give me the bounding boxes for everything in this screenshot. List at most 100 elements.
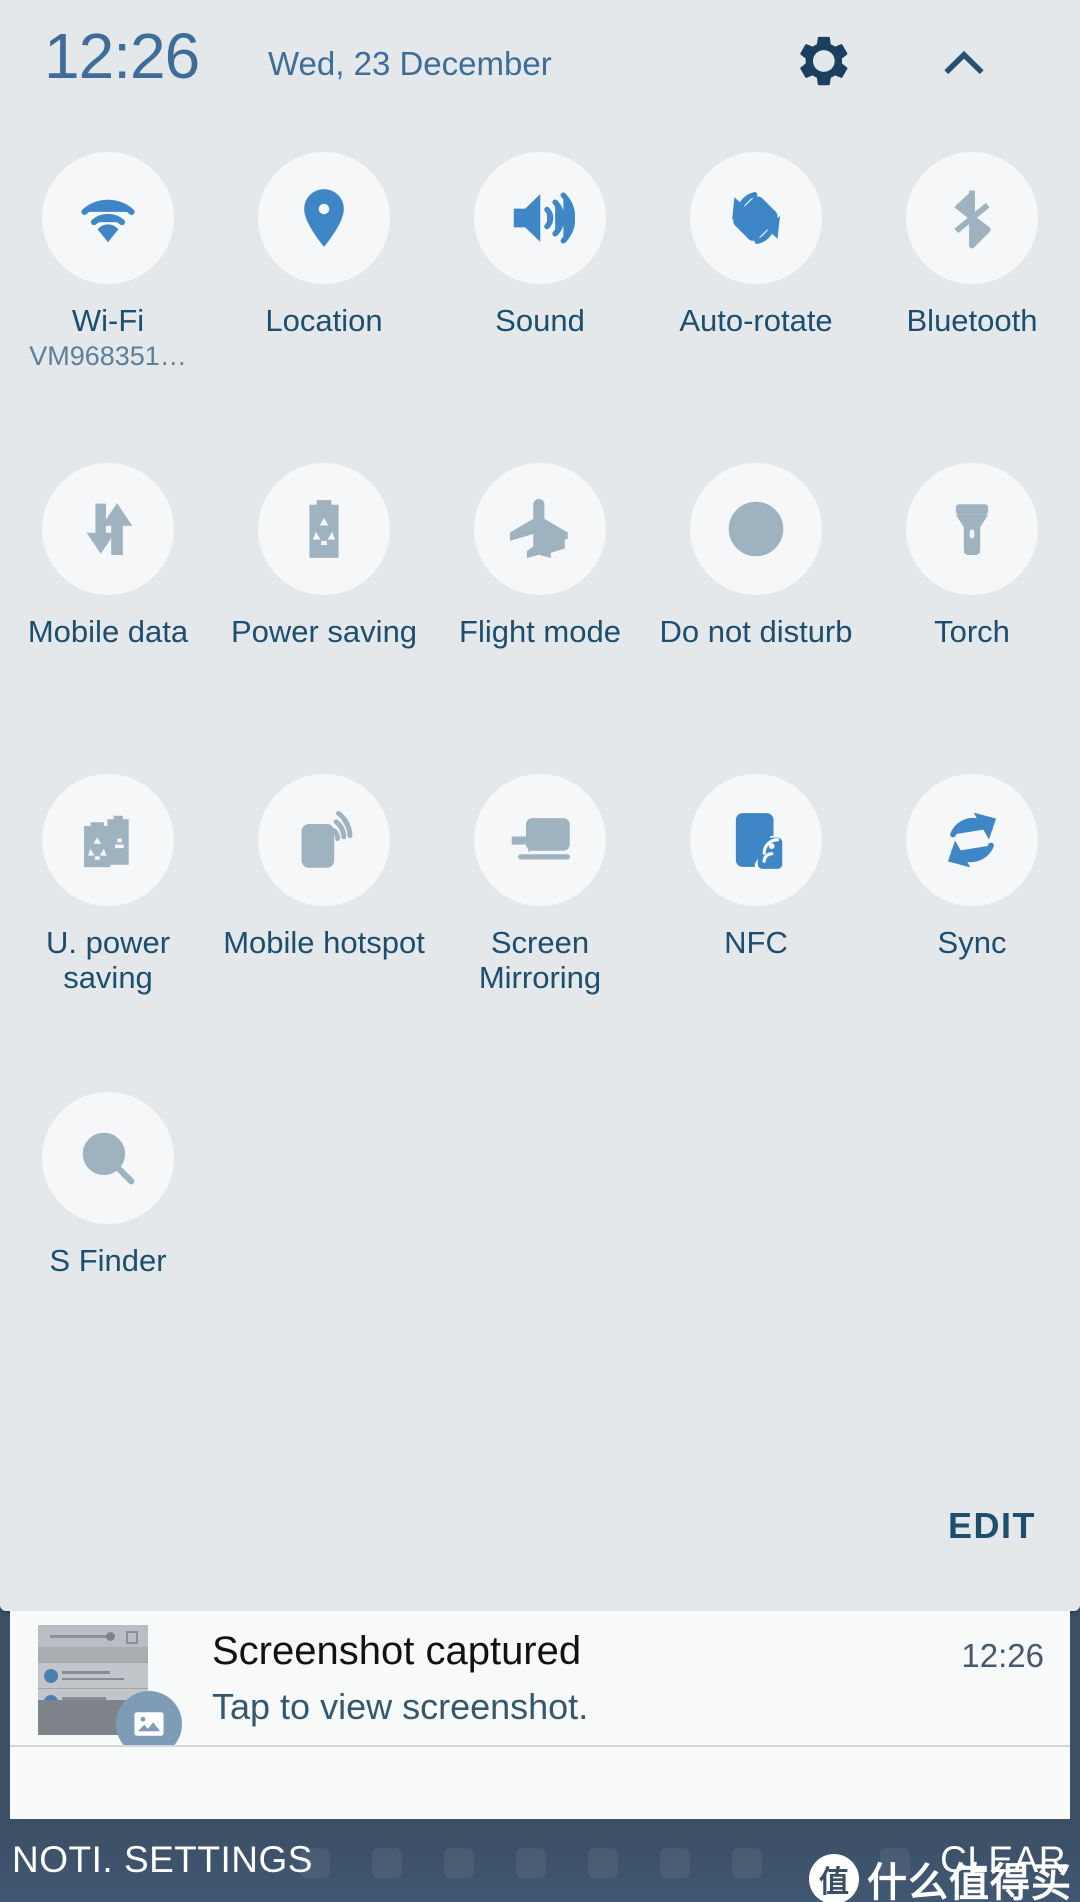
- tile-label: Screen Mirroring: [478, 925, 602, 996]
- tile-label: Sound: [495, 303, 585, 338]
- chevron-up-icon-glyph: [944, 50, 984, 75]
- tile-icon-circle: [42, 774, 174, 906]
- dot: [732, 1848, 762, 1878]
- tile-icon-circle: [906, 774, 1038, 906]
- hotspot-icon: [301, 810, 353, 868]
- dot: [588, 1848, 618, 1878]
- status-header: 12:26 Wed, 23 December: [0, 0, 1080, 120]
- power-saving-icon: [309, 500, 339, 558]
- wifi-icon: [81, 199, 135, 243]
- thumb-square: [126, 1631, 138, 1644]
- bluetooth-icon: [954, 190, 991, 249]
- tile-nfc[interactable]: NFC: [648, 748, 864, 1066]
- clock-date: Wed, 23 December: [268, 45, 552, 82]
- quick-settings-panel: 12:26 Wed, 23 December Wi-Fi VM968351… L…: [0, 0, 1080, 1611]
- tile-icon-circle: [690, 463, 822, 595]
- tile-icon-circle: [690, 152, 822, 284]
- thumb-line: [62, 1678, 124, 1680]
- notification-action-bar: NOTI. SETTINGS CLEAR 值 什么值得买: [0, 1820, 1080, 1902]
- dot: [516, 1848, 546, 1878]
- tile-label: Location: [265, 303, 383, 338]
- gear-icon-glyph: [800, 36, 848, 86]
- tile-bluetooth[interactable]: Bluetooth: [864, 126, 1080, 437]
- screen-mirror-icon: [511, 818, 571, 860]
- chevron-up-icon[interactable]: [935, 34, 993, 92]
- dot: [660, 1848, 690, 1878]
- notification-body: Tap to view screenshot.: [212, 1686, 589, 1727]
- tile-label: Mobile hotspot: [223, 925, 425, 960]
- watermark: 值 什么值得买: [809, 1850, 1072, 1902]
- tile-sync[interactable]: Sync: [864, 748, 1080, 1066]
- tile-wifi[interactable]: Wi-Fi VM968351…: [0, 126, 216, 437]
- notification-title: Screenshot captured: [212, 1629, 582, 1673]
- notification-placeholder: [10, 1745, 1070, 1819]
- tile-sublabel: VM968351…: [29, 341, 187, 372]
- tile-icon-circle: [474, 463, 606, 595]
- tile-flight-mode[interactable]: Flight mode: [432, 437, 648, 748]
- tile-label: Wi-Fi: [71, 303, 145, 338]
- tile-label: Auto-rotate: [679, 303, 833, 338]
- tile-label: NFC: [724, 925, 788, 960]
- auto-rotate-icon: [732, 192, 780, 244]
- tile-label: Torch: [934, 614, 1010, 649]
- tile-label: Flight mode: [459, 614, 621, 649]
- ultra-power-save-icon: [84, 815, 129, 868]
- dot: [444, 1848, 474, 1878]
- tile-label: Bluetooth: [906, 303, 1038, 338]
- volume-icon: [513, 192, 575, 244]
- thumb-avatar: [44, 1669, 58, 1683]
- tile-icon-circle: [258, 152, 390, 284]
- tile-icon-circle: [42, 463, 174, 595]
- tile-icon-circle: [258, 774, 390, 906]
- tile-icon-circle: [690, 774, 822, 906]
- search-icon: [82, 1132, 135, 1185]
- flashlight-icon: [955, 504, 989, 555]
- tile-icon-circle: [906, 152, 1038, 284]
- tile-do-not-disturb[interactable]: Do not disturb: [648, 437, 864, 748]
- gear-icon[interactable]: [795, 32, 853, 90]
- clock-time: 12:26: [44, 20, 200, 92]
- watermark-logo: 值: [809, 1854, 859, 1902]
- notification-list: Screenshot captured Tap to view screensh…: [10, 1611, 1070, 1819]
- tile-power-saving[interactable]: Power saving: [216, 437, 432, 748]
- nfc-icon: [735, 813, 783, 869]
- tile-icon-circle: [906, 463, 1038, 595]
- tile-icon-circle: [474, 152, 606, 284]
- tile-s-finder[interactable]: S Finder: [0, 1066, 216, 1377]
- dot: [372, 1848, 402, 1878]
- thumb-line: [62, 1671, 110, 1674]
- tile-label: Mobile data: [27, 614, 189, 649]
- mobile-data-icon: [86, 503, 133, 555]
- thumb-slider: [50, 1635, 112, 1638]
- thumb-label-bar: [38, 1647, 148, 1662]
- tile-icon-circle: [258, 463, 390, 595]
- noti-settings-button[interactable]: NOTI. SETTINGS: [12, 1839, 313, 1881]
- quick-settings-grid: Wi-Fi VM968351… Location Sound Auto-rota…: [0, 126, 1080, 1377]
- tile-label: S Finder: [49, 1243, 167, 1278]
- tile-label: Sync: [937, 925, 1007, 960]
- airplane-icon: [509, 498, 568, 559]
- tile-location[interactable]: Location: [216, 126, 432, 437]
- tile-sound[interactable]: Sound: [432, 126, 648, 437]
- location-pin-icon: [304, 189, 344, 247]
- tile-label: U. power saving: [45, 925, 171, 996]
- sync-icon: [947, 812, 997, 868]
- notification-timestamp: 12:26: [961, 1637, 1044, 1674]
- notification-screenshot[interactable]: Screenshot captured Tap to view screensh…: [10, 1611, 1070, 1757]
- tile-mobile-hotspot[interactable]: Mobile hotspot: [216, 748, 432, 1066]
- tile-auto-rotate[interactable]: Auto-rotate: [648, 126, 864, 437]
- watermark-text: 什么值得买: [867, 1860, 1072, 1902]
- tile-icon-circle: [474, 774, 606, 906]
- tile-screen-mirroring[interactable]: Screen Mirroring: [432, 748, 648, 1066]
- tile-icon-circle: [42, 1092, 174, 1224]
- tile-ultra-power-saving[interactable]: U. power saving: [0, 748, 216, 1066]
- tile-icon-circle: [42, 152, 174, 284]
- thumb-row: [38, 1662, 148, 1688]
- tile-torch[interactable]: Torch: [864, 437, 1080, 748]
- thumb-slider-knob: [106, 1632, 115, 1641]
- tile-mobile-data[interactable]: Mobile data: [0, 437, 216, 748]
- do-not-disturb-icon: [728, 501, 784, 557]
- edit-button[interactable]: EDIT: [948, 1505, 1036, 1547]
- tile-label: Power saving: [230, 614, 418, 649]
- tile-label: Do not disturb: [659, 614, 853, 649]
